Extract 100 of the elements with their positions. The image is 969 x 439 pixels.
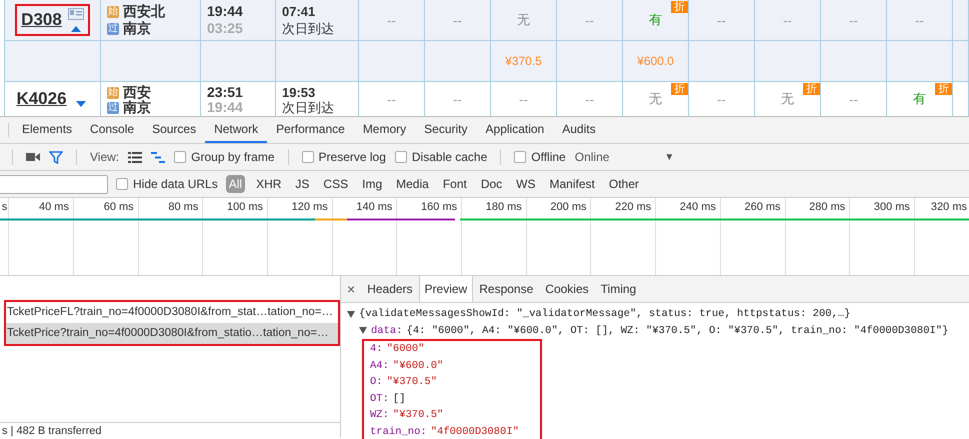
- time-label: 240 ms: [680, 201, 716, 213]
- list-view-icon[interactable]: [128, 152, 142, 162]
- seat-status: --: [585, 92, 594, 106]
- seat-status: --: [717, 92, 726, 106]
- duration: 03:25: [207, 20, 244, 37]
- json-value: []: [392, 392, 406, 406]
- panel-tab[interactable]: Timing: [594, 276, 642, 302]
- origin-badge: 始: [107, 86, 119, 98]
- panel-tab[interactable]: Response: [473, 276, 540, 302]
- type-filter[interactable]: XHR: [253, 175, 284, 193]
- json-key: O:: [370, 374, 383, 390]
- discount-badge: 折: [671, 83, 688, 95]
- caret-icon[interactable]: ▼: [664, 152, 674, 162]
- type-filter[interactable]: Doc: [478, 175, 506, 193]
- type-filter[interactable]: Media: [393, 175, 432, 193]
- devtools-tab[interactable]: Sources: [143, 117, 206, 143]
- train-number-link[interactable]: D308: [21, 10, 62, 30]
- seat-status: 有: [913, 90, 926, 108]
- request-row[interactable]: TcketPriceFL?train_no=4f0000D3080I&from_stat…tation_no=…: [6, 302, 338, 323]
- seat-status: --: [453, 12, 462, 28]
- arrive-note: 次日到达: [282, 100, 335, 115]
- seat-status: 无: [517, 11, 530, 29]
- type-filter[interactable]: CSS: [320, 175, 352, 193]
- checkbox[interactable]: [174, 151, 186, 163]
- arrive-time: 19:53: [282, 85, 316, 100]
- collapse-arrow-icon[interactable]: [70, 26, 81, 32]
- train-number-link[interactable]: K4026: [16, 89, 67, 109]
- panel-tab[interactable]: Headers: [361, 276, 419, 302]
- time-label: 120 ms: [292, 201, 328, 213]
- devtools-tab[interactable]: Performance: [267, 117, 354, 143]
- json-key: A4:: [370, 358, 389, 374]
- duration: 19:44: [207, 100, 244, 115]
- seat-status: 有: [649, 11, 662, 29]
- checkbox[interactable]: [394, 151, 407, 163]
- seat-status: --: [387, 92, 396, 106]
- seat-status: --: [519, 92, 528, 106]
- type-filter[interactable]: WS: [513, 175, 539, 193]
- seat-status: --: [849, 12, 858, 28]
- expand-icon[interactable]: [359, 327, 367, 334]
- json-key: data:: [371, 322, 403, 339]
- time-label: 180 ms: [486, 201, 522, 213]
- train-row[interactable]: D308 始 西安北 过 南京 19:44 03:25 07:41 次日到达 -- -- 无 -- 有 折 -- -- -- --: [4, 0, 969, 41]
- checkbox[interactable]: [514, 151, 526, 163]
- checkbox[interactable]: [116, 178, 128, 190]
- station-name: 西安北: [123, 2, 165, 20]
- time-label: 100 ms: [226, 201, 264, 213]
- arrive-time: 07:41: [282, 3, 316, 20]
- time-label: 220 ms: [615, 201, 652, 213]
- waterfall-view-icon[interactable]: [151, 152, 166, 162]
- time-label: 160 ms: [421, 201, 458, 213]
- station-name: 南京: [123, 98, 151, 116]
- json-key: train_no:: [370, 424, 427, 439]
- filter-field[interactable]: [0, 174, 108, 194]
- json-object-summary: {4: "6000", A4: "¥600.0", OT: [], WZ: "¥370.5", O: "¥370.5", train_no: "4f0000D3080I"}: [406, 324, 948, 338]
- card-icon[interactable]: [68, 8, 84, 20]
- time-label: 40 ms: [39, 201, 69, 213]
- panel-tab[interactable]: Cookies: [539, 276, 595, 302]
- depart-time: 23:51: [207, 85, 244, 100]
- checkbox-label[interactable]: Preserve log: [318, 150, 386, 164]
- arrive-note: 次日到达: [282, 20, 335, 37]
- seat-status: --: [783, 12, 792, 28]
- checkbox-label[interactable]: Group by frame: [191, 150, 275, 164]
- type-filter[interactable]: Font: [440, 175, 470, 193]
- station-name: 南京: [123, 20, 151, 38]
- train-row[interactable]: K4026 始 西安 过 南京 23:51 19:44 19:53 次日到达 -- -- -- -- 无 折 -- 无 折 -- 有 折: [4, 82, 969, 116]
- time-label: 280 ms: [809, 201, 846, 213]
- close-icon[interactable]: ×: [347, 281, 356, 297]
- seat-status: 无: [649, 90, 662, 108]
- checkbox-label[interactable]: Offline: [531, 150, 566, 164]
- checkbox-label[interactable]: Disable cache: [412, 150, 488, 164]
- video-camera-icon[interactable]: [26, 152, 40, 162]
- type-filter[interactable]: JS: [292, 175, 312, 193]
- type-filter[interactable]: Img: [359, 175, 386, 193]
- request-row[interactable]: TcketPrice?train_no=4f0000D3080I&from_statio…tation_no=…: [6, 323, 338, 344]
- expand-arrow-icon[interactable]: [76, 101, 86, 107]
- origin-badge: 始: [107, 6, 119, 18]
- time-label: 140 ms: [356, 201, 392, 213]
- throttle-select[interactable]: Online: [574, 150, 610, 164]
- seat-status: --: [453, 92, 462, 106]
- checkbox-label[interactable]: Hide data URLs: [133, 177, 218, 191]
- json-key: WZ:: [370, 407, 389, 424]
- devtools-tab[interactable]: Memory: [354, 117, 416, 143]
- time-label: 320 ms: [930, 201, 967, 213]
- devtools-tab[interactable]: Audits: [553, 117, 605, 143]
- filter-icon[interactable]: [49, 150, 63, 164]
- panel-tab[interactable]: Preview: [418, 276, 474, 302]
- seat-price: ¥370.5: [505, 54, 542, 68]
- devtools-tab[interactable]: Elements: [13, 117, 82, 143]
- expand-icon[interactable]: [347, 310, 355, 318]
- seat-status: --: [849, 92, 858, 106]
- time-label: 80 ms: [168, 201, 198, 213]
- devtools-tab[interactable]: Application: [476, 117, 554, 143]
- pass-badge: 过: [107, 22, 119, 34]
- checkbox[interactable]: [302, 151, 314, 163]
- devtools-tab[interactable]: Security: [415, 117, 477, 143]
- type-filter[interactable]: Other: [606, 175, 642, 193]
- seat-status: --: [717, 12, 726, 28]
- json-key: OT:: [370, 390, 389, 407]
- type-filter[interactable]: Manifest: [546, 175, 598, 193]
- devtools-tab[interactable]: Console: [81, 117, 144, 143]
